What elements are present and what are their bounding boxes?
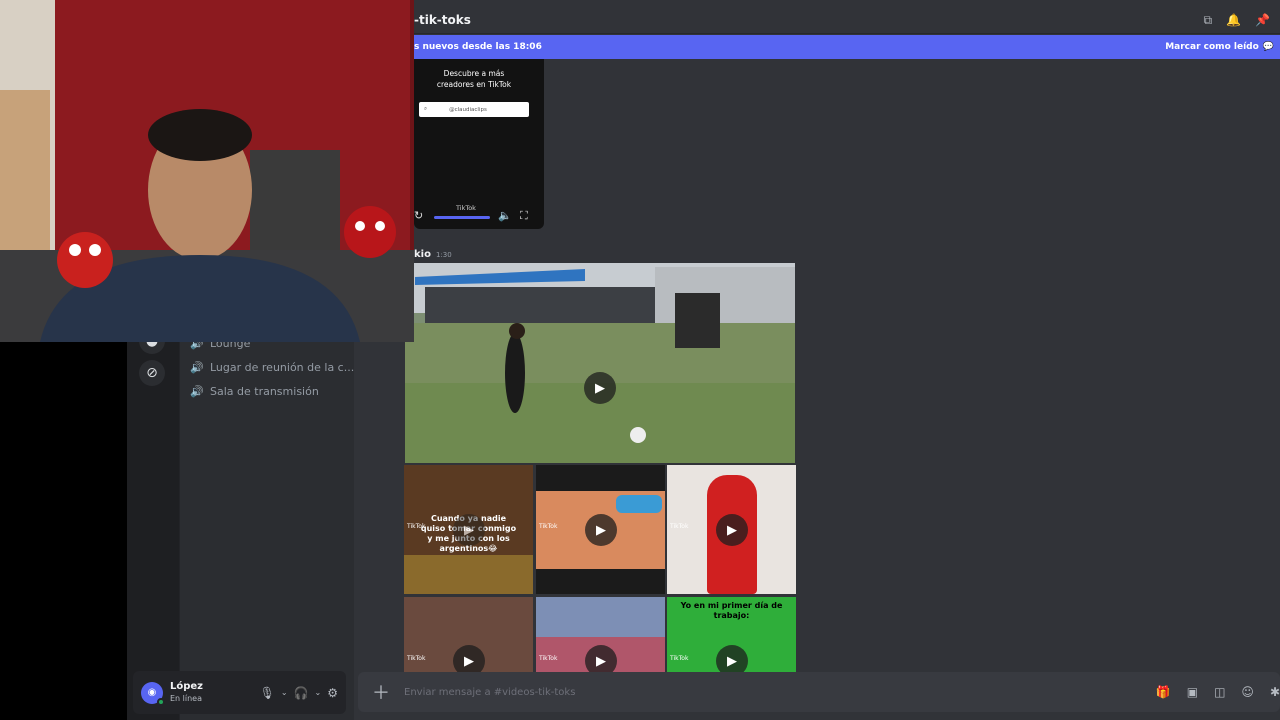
- tiktok-embed[interactable]: Descubre a más creadores en TikTok ⌕ @cl…: [414, 59, 544, 229]
- play-icon[interactable]: ▶: [716, 645, 748, 672]
- message-author[interactable]: kio: [414, 249, 431, 260]
- app-window: ● ⊘ 🔊 Lounge 🔊 Lugar de reunión de la c.…: [0, 0, 1280, 720]
- volume-icon[interactable]: 🔈: [498, 209, 512, 222]
- mark-read-button[interactable]: Marcar como leído: [1165, 42, 1259, 52]
- voice-channel-stream[interactable]: 🔊 Sala de transmisión: [190, 380, 319, 402]
- tiktok-logo: TikTok: [670, 523, 689, 530]
- play-icon[interactable]: ▶: [716, 514, 748, 546]
- headphones-icon[interactable]: 🎧: [294, 686, 309, 700]
- fullscreen-icon[interactable]: ⛶: [520, 209, 528, 223]
- tiktok-heading-line: creadores en TikTok: [436, 80, 512, 89]
- tiktok-heading: Descubre a más creadores en TikTok: [414, 68, 534, 90]
- gif-icon[interactable]: ▣: [1187, 685, 1198, 699]
- avatar[interactable]: ◉: [141, 681, 165, 706]
- emoji-icon[interactable]: ☺: [1241, 685, 1254, 699]
- video-thumbnail[interactable]: Cuando ya nadie quiso tomar conmigo y me…: [404, 465, 533, 594]
- replay-icon[interactable]: ↻: [414, 209, 423, 222]
- mark-read-icon: 💬: [1262, 42, 1274, 52]
- new-messages-label: s nuevos desde las 18:06: [414, 42, 542, 52]
- video-attachment-main[interactable]: ▶: [405, 263, 795, 463]
- webcam-frame: [0, 0, 414, 342]
- online-status-dot: [157, 697, 165, 706]
- tiktok-search-field[interactable]: ⌕ @claudiaclips: [419, 102, 529, 117]
- pin-icon[interactable]: 📌: [1255, 13, 1270, 28]
- thumbnail-caption: Yo en mi primer día de trabajo:: [680, 601, 783, 620]
- chevron-down-icon[interactable]: ⌄: [315, 688, 322, 697]
- video-thumbnail-grid: Cuando ya nadie quiso tomar conmigo y me…: [404, 465, 796, 672]
- sticker-icon[interactable]: ◫: [1214, 685, 1225, 699]
- chat-area: -tik-toks ⧉ 🔔 📌 s nuevos desde las 18:06…: [354, 0, 1280, 720]
- video-frame-soccer: [405, 263, 795, 463]
- user-panel: ◉ López En línea 🎙 ⌄ 🎧 ⌄ ⚙: [133, 671, 346, 714]
- video-thumbnail[interactable]: TikTok ▶: [404, 597, 533, 672]
- message-input-placeholder[interactable]: Enviar mensaje a #videos-tik-toks: [404, 687, 575, 698]
- bell-icon[interactable]: 🔔: [1226, 13, 1241, 28]
- speaker-icon: 🔊: [190, 360, 204, 374]
- user-status: En línea: [170, 693, 203, 703]
- play-icon[interactable]: ▶: [453, 645, 485, 672]
- tiktok-logo: TikTok: [670, 655, 689, 662]
- play-icon[interactable]: ▶: [585, 645, 617, 672]
- channel-label: Sala de transmisión: [210, 384, 319, 398]
- search-icon: ⌕: [424, 106, 428, 112]
- gear-icon[interactable]: ⚙: [327, 686, 338, 700]
- channel-label: Lugar de reunión de la c...: [210, 360, 355, 374]
- new-messages-bar[interactable]: s nuevos desde las 18:06 Marcar como leí…: [414, 35, 1280, 59]
- volume-slider[interactable]: [434, 216, 490, 219]
- webcam-overlay: [0, 0, 414, 342]
- voice-channel-meeting[interactable]: 🔊 Lugar de reunión de la c...: [190, 356, 354, 378]
- tiktok-logo: TikTok: [407, 523, 426, 530]
- explore-servers-icon[interactable]: ⊘: [139, 360, 165, 386]
- apps-icon[interactable]: ✱: [1270, 685, 1280, 699]
- tiktok-heading-line: Descubre a más: [443, 69, 505, 78]
- tiktok-logo: TikTok: [539, 523, 558, 530]
- play-icon[interactable]: ▶: [584, 372, 616, 404]
- add-attachment-icon[interactable]: ＋: [372, 679, 390, 705]
- tiktok-brand: TikTok: [456, 204, 476, 212]
- video-thumbnail[interactable]: TikTok ▶: [536, 597, 665, 672]
- play-icon[interactable]: ▶: [453, 514, 485, 546]
- microphone-icon[interactable]: 🎙: [260, 686, 275, 700]
- message-timestamp: 1:30: [436, 251, 452, 259]
- tiktok-logo: TikTok: [539, 655, 558, 662]
- channel-header: -tik-toks ⧉ 🔔 📌: [354, 7, 1280, 34]
- username[interactable]: López: [170, 681, 203, 693]
- tiktok-logo: TikTok: [407, 655, 426, 662]
- video-thumbnail[interactable]: TikTok ▶: [667, 465, 796, 594]
- chevron-down-icon[interactable]: ⌄: [281, 688, 288, 697]
- message-composer[interactable]: ＋ Enviar mensaje a #videos-tik-toks 🎁 ▣ …: [358, 672, 1280, 712]
- channel-title: -tik-toks: [414, 13, 471, 27]
- search-value: @claudiaclips: [449, 106, 487, 113]
- gift-icon[interactable]: 🎁: [1156, 685, 1171, 699]
- video-thumbnail[interactable]: TikTok ▶: [536, 465, 665, 594]
- speaker-icon: 🔊: [190, 384, 204, 398]
- threads-icon[interactable]: ⧉: [1204, 13, 1213, 28]
- play-icon[interactable]: ▶: [585, 514, 617, 546]
- video-thumbnail[interactable]: Yo en mi primer día de trabajo: TikTok ▶: [667, 597, 796, 672]
